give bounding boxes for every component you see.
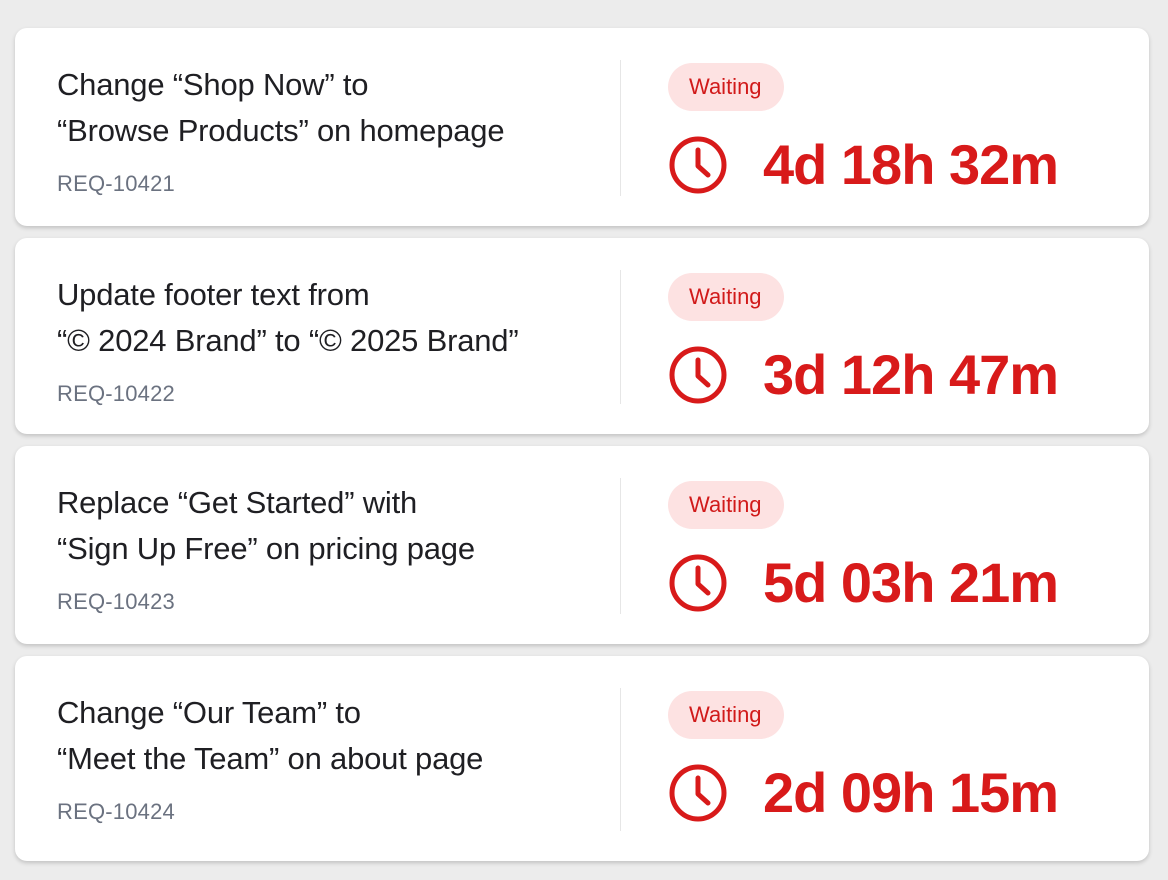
elapsed-timer: 5d 03h 21m	[668, 551, 1059, 615]
status-badge: Waiting	[668, 691, 784, 739]
request-status-area: Waiting 4d 18h 32m	[668, 63, 1059, 197]
request-title-line-1: Change “Our Team” to	[57, 695, 361, 730]
divider	[620, 688, 621, 831]
request-info: Change “Our Team” to “Meet the Team” on …	[57, 690, 617, 825]
elapsed-time: 2d 09h 15m	[763, 761, 1059, 824]
request-status-area: Waiting 2d 09h 15m	[668, 691, 1059, 825]
request-info: Update footer text from “© 2024 Brand” t…	[57, 272, 617, 407]
request-id: REQ-10421	[57, 171, 175, 196]
elapsed-timer: 3d 12h 47m	[668, 343, 1059, 407]
clock-icon	[669, 136, 727, 194]
elapsed-time: 4d 18h 32m	[763, 133, 1059, 196]
request-id: REQ-10422	[57, 381, 175, 406]
request-title-line-1: Update footer text from	[57, 277, 370, 312]
clock-icon	[669, 554, 727, 612]
status-badge: Waiting	[668, 63, 784, 111]
request-title-line-1: Replace “Get Started” with	[57, 485, 418, 520]
clock-icon	[669, 764, 727, 822]
status-badge: Waiting	[668, 481, 784, 529]
request-id: REQ-10424	[57, 799, 175, 824]
elapsed-timer: 4d 18h 32m	[668, 133, 1059, 197]
divider	[620, 478, 621, 614]
request-info: Change “Shop Now” to “Browse Products” o…	[57, 62, 617, 197]
elapsed-time: 3d 12h 47m	[763, 343, 1059, 406]
request-title-line-2: “Sign Up Free” on pricing page	[57, 531, 475, 566]
request-title-line-2: “Meet the Team” on about page	[57, 741, 484, 776]
request-card[interactable]: Replace “Get Started” with “Sign Up Free…	[15, 446, 1149, 644]
request-status-area: Waiting 3d 12h 47m	[668, 273, 1059, 407]
clock-icon	[669, 346, 727, 404]
request-title-line-2: “© 2024 Brand” to “© 2025 Brand”	[57, 323, 519, 358]
elapsed-timer: 2d 09h 15m	[668, 761, 1059, 825]
request-card[interactable]: Change “Our Team” to “Meet the Team” on …	[15, 656, 1149, 861]
request-status-area: Waiting 5d 03h 21m	[668, 481, 1059, 615]
request-list: Change “Shop Now” to “Browse Products” o…	[15, 28, 1149, 873]
request-info: Replace “Get Started” with “Sign Up Free…	[57, 480, 617, 615]
elapsed-time: 5d 03h 21m	[763, 551, 1059, 614]
divider	[620, 270, 621, 404]
request-card[interactable]: Update footer text from “© 2024 Brand” t…	[15, 238, 1149, 434]
request-title-line-2: “Browse Products” on homepage	[57, 113, 505, 148]
request-card[interactable]: Change “Shop Now” to “Browse Products” o…	[15, 28, 1149, 226]
request-id: REQ-10423	[57, 589, 175, 614]
request-title-line-1: Change “Shop Now” to	[57, 67, 369, 102]
divider	[620, 60, 621, 196]
status-badge: Waiting	[668, 273, 784, 321]
